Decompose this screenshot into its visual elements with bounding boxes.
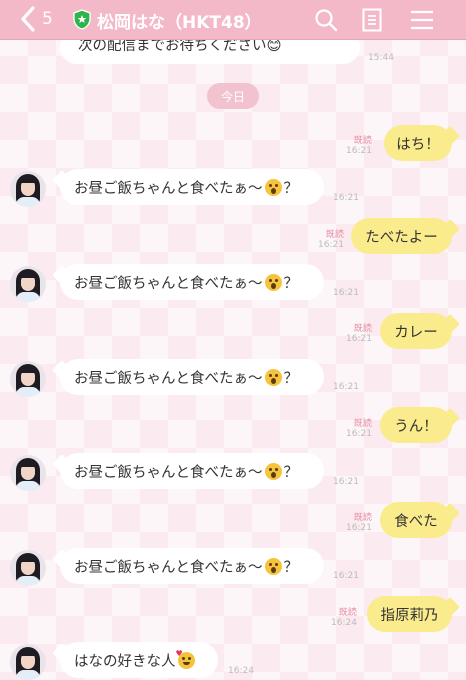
message-time: 16:21 bbox=[333, 571, 359, 581]
message-time: 16:21 bbox=[346, 334, 372, 344]
avatar[interactable] bbox=[10, 644, 46, 680]
message-bubble-incoming[interactable]: はなの好きな人 ♥ bbox=[60, 642, 218, 678]
surprised-face-icon bbox=[264, 557, 282, 575]
smiling-face-with-hearts-icon: ♥ bbox=[176, 649, 195, 669]
shield-star-icon bbox=[73, 9, 91, 30]
message-bubble-outgoing[interactable]: 指原莉乃 bbox=[367, 596, 452, 632]
message-bubble-outgoing[interactable]: たべたよー bbox=[351, 218, 452, 254]
message-suffix: ？ bbox=[283, 370, 299, 387]
message-bubble-outgoing[interactable]: うん！ bbox=[380, 407, 452, 443]
message-time: 16:24 bbox=[331, 618, 357, 628]
date-divider: 今日 bbox=[207, 83, 259, 109]
surprised-face-icon bbox=[264, 178, 282, 196]
message-bubble-outgoing[interactable]: カレー bbox=[380, 313, 452, 349]
message-text: はなの好きな人 bbox=[74, 653, 176, 670]
message-time: 16:21 bbox=[346, 429, 372, 439]
message-text: はち！ bbox=[396, 136, 440, 153]
avatar[interactable] bbox=[10, 171, 46, 207]
read-receipt: 既読 16:21 bbox=[318, 230, 344, 250]
message-bubble-outgoing[interactable]: はち！ bbox=[384, 125, 452, 161]
unread-count: 5 bbox=[42, 9, 53, 29]
message-suffix: ？ bbox=[283, 559, 299, 576]
message-time: 16:24 bbox=[228, 666, 254, 676]
hamburger-menu-icon bbox=[411, 10, 433, 30]
message-suffix: ？ bbox=[283, 275, 299, 292]
chevron-left-icon bbox=[21, 6, 35, 32]
message-bubble-incoming[interactable]: お昼ご飯ちゃんと食べたぁ〜 ？ bbox=[60, 453, 324, 489]
chat-title: 松岡はな（HKT48） bbox=[97, 13, 262, 33]
message-bubble-incoming[interactable]: お昼ご飯ちゃんと食べたぁ〜 ？ bbox=[60, 359, 324, 395]
message-text: お昼ご飯ちゃんと食べたぁ〜 bbox=[74, 559, 263, 576]
message-time: 16:21 bbox=[333, 382, 359, 392]
message-time: 16:21 bbox=[346, 523, 372, 533]
avatar[interactable] bbox=[10, 550, 46, 586]
read-receipt: 既読 16:21 bbox=[346, 419, 372, 439]
message-text: お昼ご飯ちゃんと食べたぁ〜 bbox=[74, 275, 263, 292]
message-time: 16:21 bbox=[346, 146, 372, 156]
read-label: 既読 bbox=[338, 608, 357, 618]
back-button[interactable]: 5 bbox=[20, 5, 53, 33]
message-bubble-incoming[interactable]: お昼ご飯ちゃんと食べたぁ〜 ？ bbox=[60, 548, 324, 584]
message-text: 指原莉乃 bbox=[380, 607, 439, 624]
message-time: 16:21 bbox=[333, 193, 359, 203]
note-icon bbox=[362, 8, 382, 32]
read-label: 既読 bbox=[325, 230, 344, 240]
message-suffix: ？ bbox=[283, 464, 299, 481]
surprised-face-icon bbox=[264, 462, 282, 480]
message-text: うん！ bbox=[394, 418, 438, 435]
message-text: お昼ご飯ちゃんと食べたぁ〜 bbox=[74, 464, 263, 481]
surprised-face-icon bbox=[264, 273, 282, 291]
message-time: 16:21 bbox=[333, 477, 359, 487]
read-label: 既読 bbox=[353, 136, 372, 146]
read-receipt: 既読 16:24 bbox=[331, 608, 357, 628]
message-bubble-outgoing[interactable]: 食べた bbox=[380, 502, 452, 538]
search-button[interactable] bbox=[314, 8, 338, 32]
read-receipt: 既読 16:21 bbox=[346, 136, 372, 156]
read-label: 既読 bbox=[353, 324, 372, 334]
read-label: 既読 bbox=[353, 419, 372, 429]
message-text: 食べた bbox=[394, 513, 438, 530]
message-bubble-incoming[interactable]: お昼ご飯ちゃんと食べたぁ〜 ？ bbox=[60, 264, 324, 300]
message-time: 16:21 bbox=[333, 288, 359, 298]
message-text: お昼ご飯ちゃんと食べたぁ〜 bbox=[74, 370, 263, 387]
read-receipt: 既読 16:21 bbox=[346, 513, 372, 533]
message-suffix: ？ bbox=[283, 180, 299, 197]
avatar[interactable] bbox=[10, 455, 46, 491]
menu-button[interactable] bbox=[410, 10, 434, 30]
read-receipt: 既読 16:21 bbox=[346, 324, 372, 344]
avatar[interactable] bbox=[10, 361, 46, 397]
chat-header: 5 松岡はな（HKT48） bbox=[0, 0, 466, 40]
message-text: たべたよー bbox=[365, 229, 438, 246]
avatar[interactable] bbox=[10, 266, 46, 302]
message-list[interactable]: 次の配信までお待ちください😊 15:44 今日 既読 16:21 はち！ お昼ご飯… bbox=[0, 30, 466, 680]
message-time: 16:21 bbox=[318, 240, 344, 250]
message-text: カレー bbox=[394, 324, 438, 341]
message-bubble-incoming[interactable]: お昼ご飯ちゃんと食べたぁ〜 ？ bbox=[60, 169, 324, 205]
read-label: 既読 bbox=[353, 513, 372, 523]
surprised-face-icon bbox=[264, 368, 282, 386]
message-text: お昼ご飯ちゃんと食べたぁ〜 bbox=[74, 180, 263, 197]
search-icon bbox=[315, 9, 338, 32]
message-time: 15:44 bbox=[368, 53, 394, 63]
notes-button[interactable] bbox=[362, 8, 382, 32]
